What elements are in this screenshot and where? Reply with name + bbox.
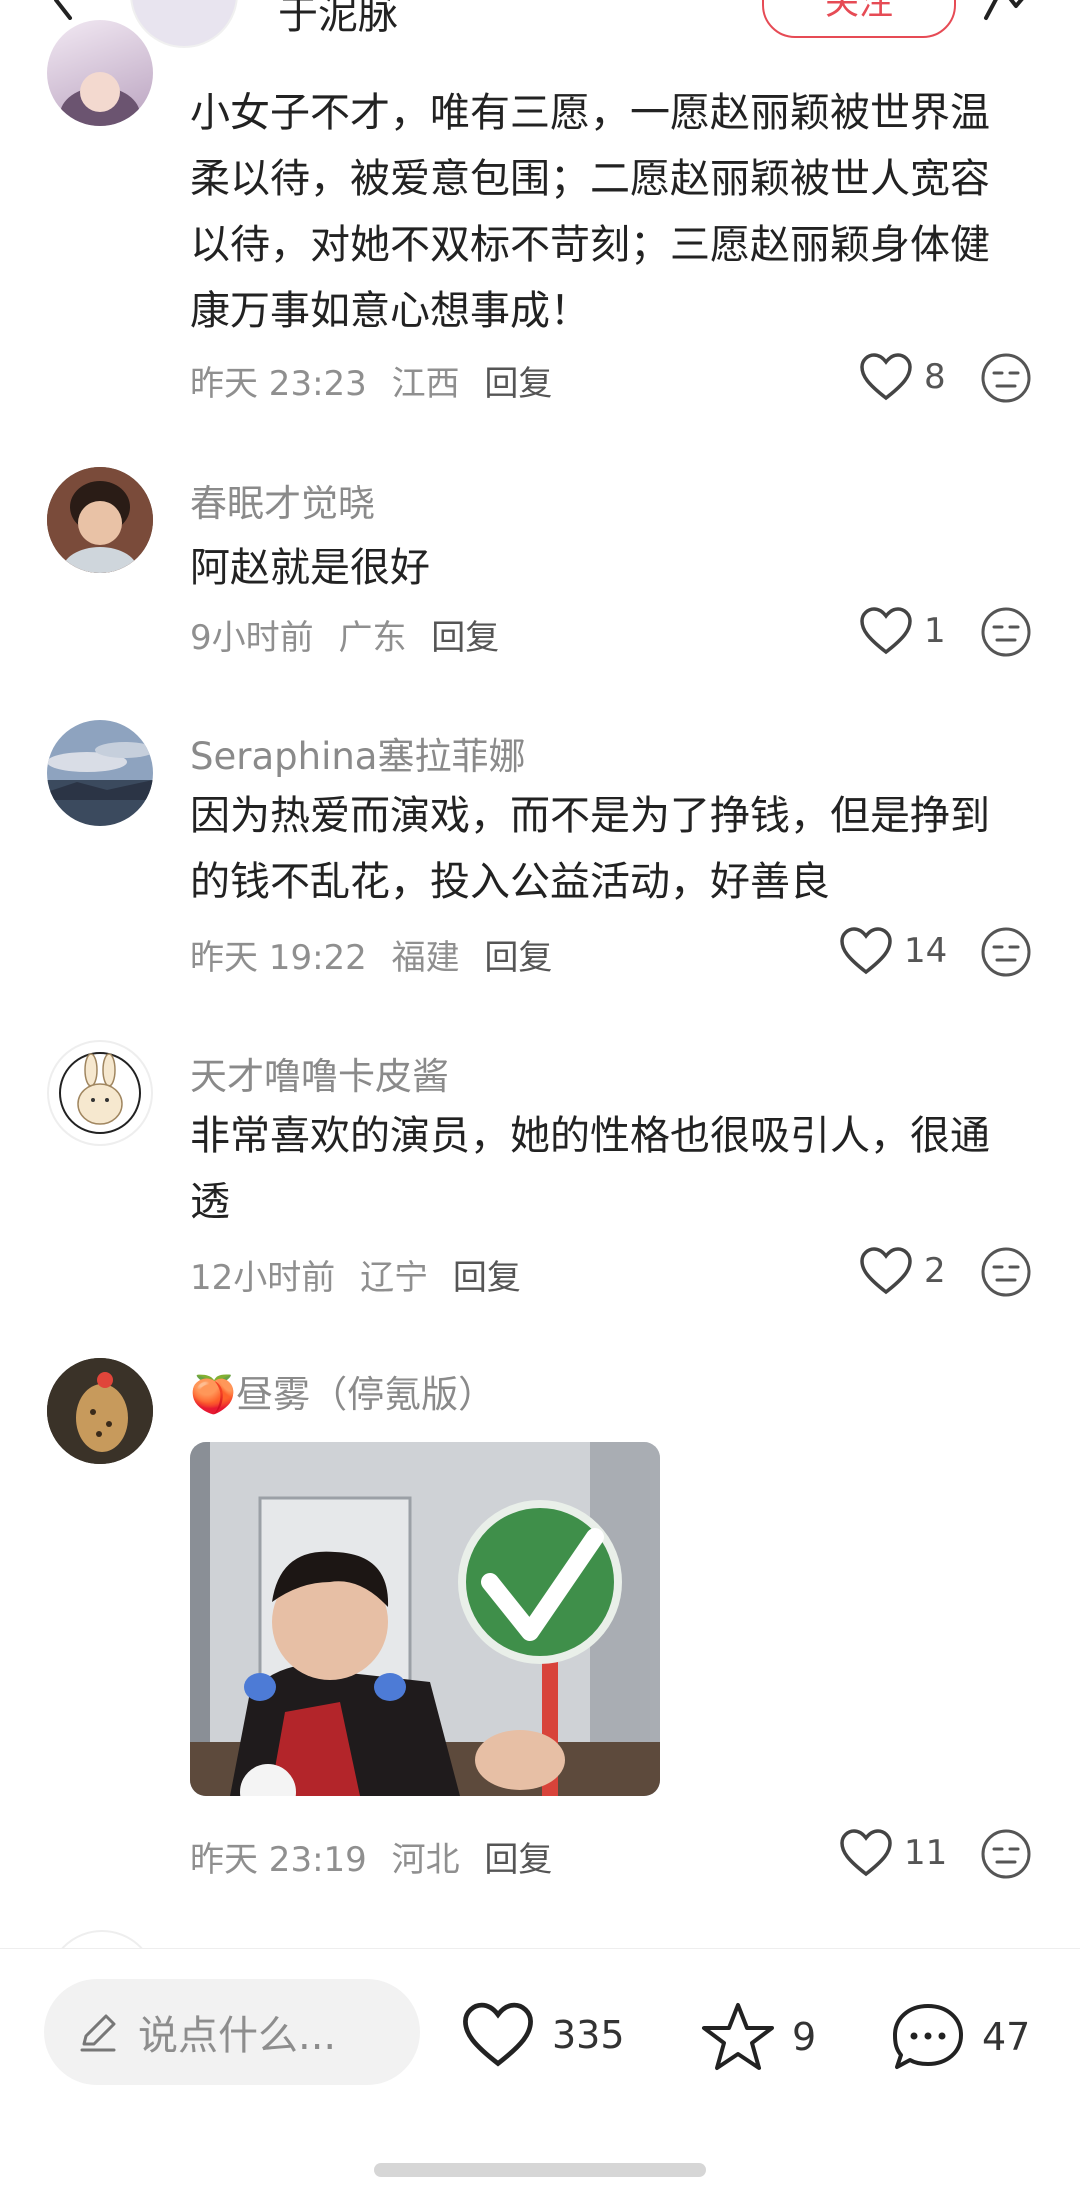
dislike-face-icon[interactable]: [980, 606, 1032, 658]
author-avatar[interactable]: [130, 0, 238, 48]
avatar[interactable]: [47, 467, 153, 573]
comment-meta: 昨天 19:22 福建 回复: [190, 930, 566, 979]
dislike-face-icon[interactable]: [980, 1246, 1032, 1298]
username[interactable]: 天才噜噜卡皮酱: [190, 1046, 449, 1100]
top-header: 于泥脉 关注: [0, 0, 1080, 50]
author-name[interactable]: 于泥脉: [278, 0, 398, 40]
bottom-action-bar: 说点什么... 335 9 47: [0, 1948, 1080, 2195]
note-like-button[interactable]: 335: [460, 2001, 625, 2069]
avatar[interactable]: [47, 1040, 153, 1146]
dislike-face-icon[interactable]: [980, 1828, 1032, 1880]
heart-icon: [860, 607, 912, 655]
avatar-image: [60, 72, 140, 126]
comment-location: 广东: [338, 618, 407, 658]
note-comment-count: 47: [982, 2015, 1031, 2059]
reply-button[interactable]: 回复: [484, 1840, 552, 1880]
comment-input[interactable]: 说点什么...: [44, 1979, 420, 2085]
username[interactable]: 春眠才觉晓: [190, 473, 375, 527]
comment-location: 河北: [391, 1840, 460, 1880]
avatar[interactable]: [47, 20, 153, 126]
heart-icon: [860, 1247, 912, 1295]
comment-time: 9小时前: [190, 618, 314, 658]
dislike-face-icon[interactable]: [980, 926, 1032, 978]
bunny-avatar-icon: [59, 1052, 141, 1134]
comment-time: 昨天 19:22: [190, 938, 367, 978]
reply-button[interactable]: 回复: [484, 938, 552, 978]
comment-sticker-image[interactable]: [190, 1442, 660, 1796]
like-count: 14: [904, 931, 948, 971]
username[interactable]: Seraphina塞拉菲娜: [190, 726, 525, 780]
reply-button[interactable]: 回复: [484, 364, 552, 404]
comment-location: 辽宁: [360, 1258, 429, 1298]
like-button[interactable]: 8: [858, 352, 946, 402]
comment-time: 昨天 23:19: [190, 1840, 367, 1880]
comment-meta: 9小时前 广东 回复: [190, 610, 513, 659]
avatar-image: [47, 720, 153, 826]
comment-time: 12小时前: [190, 1258, 336, 1298]
star-icon: [702, 2003, 774, 2070]
home-indicator[interactable]: [374, 2163, 706, 2177]
like-count: 11: [904, 1833, 948, 1873]
like-button[interactable]: 11: [838, 1828, 947, 1878]
follow-button[interactable]: 关注: [762, 0, 956, 38]
avatar-image: [47, 1358, 153, 1464]
comment-bubble-icon: [893, 2004, 963, 2069]
like-count: 8: [924, 357, 946, 397]
note-comment-button[interactable]: 47: [890, 2001, 1030, 2073]
like-count: 2: [924, 1251, 946, 1291]
share-icon[interactable]: [982, 0, 1042, 22]
like-button[interactable]: 2: [858, 1246, 946, 1296]
avatar[interactable]: [47, 1358, 153, 1464]
sticker-artwork: [190, 1442, 660, 1796]
avatar[interactable]: [47, 720, 153, 826]
note-collect-count: 9: [792, 2015, 817, 2059]
comment-location: 江西: [391, 364, 460, 404]
comment-text: 阿赵就是很好: [190, 545, 430, 591]
heart-icon: [840, 927, 892, 975]
comment-location: 福建: [391, 938, 460, 978]
note-comments-page: 于泥脉 关注 小女子不才，唯有三愿，一愿赵丽颖被世界温柔以待，被爱意包围；二愿赵…: [0, 0, 1080, 2195]
username[interactable]: 🍑昼雾（停氪版）: [190, 1364, 495, 1418]
comment-meta: 昨天 23:19 河北 回复: [190, 1832, 566, 1881]
like-count: 1: [924, 611, 946, 651]
like-button[interactable]: 1: [858, 606, 946, 656]
comment-text: 因为热爱而演戏，而不是为了挣钱，但是挣到的钱不乱花，投入公益活动，好善良: [190, 793, 990, 905]
reply-button[interactable]: 回复: [453, 1258, 521, 1298]
comment-input-placeholder: 说点什么...: [138, 2013, 337, 2059]
comment-meta: 昨天 23:23 江西 回复: [190, 356, 566, 405]
heart-icon: [840, 1829, 892, 1877]
avatar-image: [47, 467, 153, 573]
note-collect-button[interactable]: 9: [700, 2001, 816, 2073]
comment-text: 小女子不才，唯有三愿，一愿赵丽颖被世界温柔以待，被爱意包围；二愿赵丽颖被世人宽容…: [190, 90, 990, 334]
back-arrow-icon[interactable]: [44, 0, 84, 20]
like-button[interactable]: 14: [838, 926, 947, 976]
pencil-icon: [80, 2014, 116, 2052]
dislike-face-icon[interactable]: [980, 352, 1032, 404]
comment-time: 昨天 23:23: [190, 364, 367, 404]
heart-icon: [463, 2002, 533, 2067]
heart-icon: [860, 353, 912, 401]
reply-button[interactable]: 回复: [431, 618, 499, 658]
note-like-count: 335: [552, 2013, 625, 2057]
comment-text: 非常喜欢的演员，她的性格也很吸引人，很通透: [190, 1113, 990, 1225]
comment-meta: 12小时前 辽宁 回复: [190, 1250, 535, 1299]
